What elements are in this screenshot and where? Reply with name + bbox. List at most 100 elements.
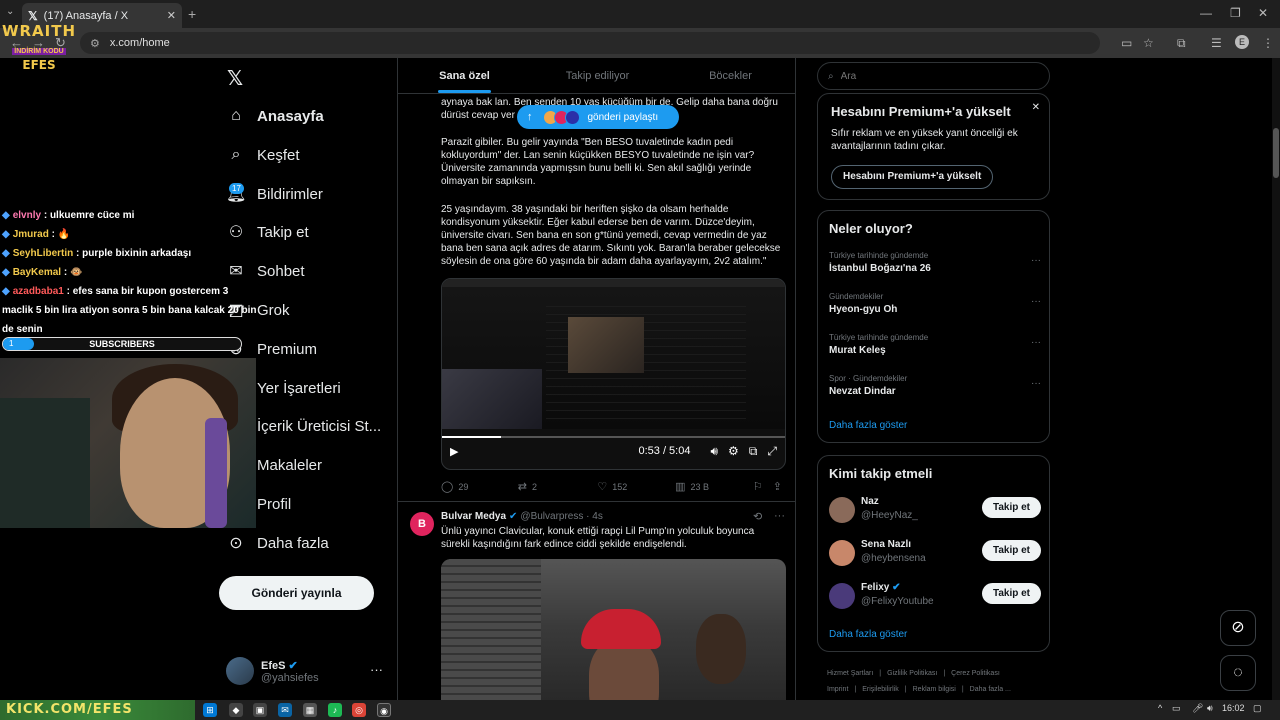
account-switcher[interactable]: EfeS ✔ @yahsiefes ··· — [226, 654, 383, 688]
messages-icon[interactable]: ◌ — [1220, 655, 1256, 691]
follow-button[interactable]: Takip et — [981, 497, 1041, 518]
tab-list-icon[interactable]: ⌄ — [6, 6, 14, 17]
nav-label: Sohbet — [257, 262, 305, 280]
repost-button[interactable]: ⇄ 2 — [518, 480, 598, 493]
tab-for-you[interactable]: Sana özel — [398, 58, 531, 93]
footer-link[interactable]: Reklam bilgisi — [913, 686, 956, 693]
more-dots-icon[interactable]: ··· — [1031, 296, 1041, 307]
footer-link[interactable]: Daha fazla ... — [970, 686, 1011, 693]
browser-menu-icon[interactable]: ⋮ — [1262, 36, 1274, 50]
footer-link[interactable]: Çerez Politikası — [951, 670, 1000, 677]
obs-icon[interactable]: ◉ — [377, 703, 391, 717]
trend-item[interactable]: Gündemdekiler Hyeon-gyu Oh ··· — [829, 292, 1041, 315]
network-icon[interactable]: ▭ — [1172, 703, 1181, 714]
trend-item[interactable]: Spor · Gündemdekiler Nevzat Dindar ··· — [829, 374, 1041, 397]
more-dots-icon[interactable]: ··· — [1031, 337, 1041, 348]
nav-explore[interactable]: ⌕ Keşfet — [226, 140, 300, 170]
post-media[interactable] — [441, 559, 786, 720]
footer-link[interactable]: Imprint — [827, 686, 848, 693]
chat-text: 🔥 — [57, 229, 71, 240]
nav-more[interactable]: ⊙ Daha fazla — [226, 528, 328, 558]
tab-following[interactable]: Takip ediliyor — [531, 58, 664, 93]
trend-item[interactable]: Türkiye tarihinde gündemde İstanbul Boğaz… — [829, 251, 1041, 274]
show-more-link[interactable]: Daha fazla göster — [829, 629, 907, 640]
grok-icon[interactable]: ⊘ — [1220, 610, 1256, 646]
speaker-icon[interactable]: 🔊︎ — [1207, 703, 1213, 714]
follow-button[interactable]: Takip et — [981, 583, 1041, 604]
more-dots-icon[interactable]: ··· — [370, 662, 383, 677]
close-icon[interactable]: ✕ — [1032, 102, 1040, 113]
share-button[interactable]: ⇪ — [773, 480, 787, 493]
page-scrollbar[interactable] — [1272, 58, 1280, 700]
search-box[interactable]: ⌕ — [817, 62, 1050, 90]
tray-chevron-icon[interactable]: ^ — [1158, 703, 1162, 713]
chat-message: ◆ SeyhLibertin : purple bixinin arkadaşı — [2, 244, 262, 263]
copilot-icon[interactable]: ◆ — [229, 703, 243, 717]
tab-title: (17) Anasayfa / X — [43, 9, 129, 22]
avatar[interactable]: B — [410, 512, 434, 536]
site-settings-icon[interactable]: ⚙ — [90, 37, 100, 50]
fullscreen-icon[interactable]: ⤢ — [767, 444, 777, 459]
nav-label: Yer İşaretleri — [257, 379, 341, 397]
video-player[interactable]: ▶ 0:53 / 5:04 🔊︎ ⚙ ⧉ ⤢ — [441, 278, 786, 470]
footer-link[interactable]: Erişilebilirlik — [862, 686, 899, 693]
chat-username: BayKemal — [12, 267, 62, 278]
follow-button[interactable]: Takip et — [981, 540, 1041, 561]
follow-suggestion[interactable]: Felixy ✔ @FelixyYoutube Takip et — [829, 580, 1041, 614]
volume-icon[interactable]: 🔊︎ — [710, 444, 718, 459]
notifications-icon[interactable]: ▢ — [1253, 703, 1262, 714]
pip-icon[interactable]: ⧉ — [749, 444, 758, 459]
new-tab-icon[interactable]: + — [188, 6, 196, 22]
trend-context: Türkiye tarihinde gündemde — [829, 333, 929, 342]
avatar[interactable] — [829, 583, 855, 609]
new-posts-pill[interactable]: ↑ gönderi paylaştı — [517, 105, 679, 129]
reading-list-icon[interactable]: ☰ — [1211, 36, 1222, 50]
footer-link[interactable]: Gizlilik Politikası — [887, 670, 937, 677]
scrollbar-thumb[interactable] — [1273, 128, 1279, 178]
cast-icon[interactable]: ▭ — [1121, 36, 1132, 50]
nav-home[interactable]: ⌂ Anasayfa — [226, 101, 324, 131]
close-window-icon[interactable]: ✕ — [1258, 6, 1268, 20]
windows-start-icon[interactable]: ⊞ — [203, 703, 217, 717]
grok-analyze-icon[interactable]: ⟲ — [753, 510, 762, 523]
more-dots-icon[interactable]: ··· — [1031, 255, 1041, 266]
post-author-name[interactable]: Bulvar Medya — [441, 511, 506, 522]
footer-link[interactable]: Hizmet Şartları — [827, 670, 873, 677]
restore-icon[interactable]: ❐ — [1230, 6, 1241, 20]
spotify-icon[interactable]: ♪ — [328, 703, 342, 717]
settings-icon[interactable]: ⚙ — [728, 444, 739, 458]
minimize-icon[interactable]: — — [1200, 6, 1212, 20]
avatar[interactable] — [829, 497, 855, 523]
views-button[interactable]: ▥ 23 B — [675, 480, 753, 493]
avatar[interactable] — [829, 540, 855, 566]
bookmark-button[interactable]: ⚐ — [753, 480, 773, 493]
explorer-icon[interactable]: ▣ — [253, 703, 267, 717]
premium-upgrade-button[interactable]: Hesabını Premium+'a yükselt — [831, 165, 994, 189]
url-field[interactable]: ⚙ x.com/home — [80, 32, 1100, 54]
post-author-handle[interactable]: @Bulvarpress · 4s — [520, 511, 602, 522]
extensions-icon[interactable]: ⧉ — [1177, 36, 1186, 51]
follow-suggestion[interactable]: Naz @HeeyNaz_ Takip et — [829, 494, 1041, 528]
post-button[interactable]: Gönderi yayınla — [219, 576, 374, 610]
browser-profile-avatar[interactable]: E — [1235, 35, 1249, 49]
bookmark-star-icon[interactable]: ☆ — [1143, 36, 1154, 50]
like-button[interactable]: ♡ 152 — [597, 480, 675, 493]
clock-time[interactable]: 16:02 — [1222, 703, 1245, 713]
more-dots-icon[interactable]: ··· — [774, 510, 785, 522]
trend-item[interactable]: Türkiye tarihinde gündemde Murat Keleş ··· — [829, 333, 1041, 356]
close-tab-icon[interactable]: ✕ — [167, 9, 176, 22]
tab-bocekler[interactable]: Böcekler — [664, 58, 795, 93]
folder-icon[interactable]: ▦ — [303, 703, 317, 717]
reply-button[interactable]: ◯ 29 — [441, 480, 518, 493]
chrome-icon[interactable]: ◎ — [352, 703, 366, 717]
more-dots-icon[interactable]: ··· — [1031, 378, 1041, 389]
search-input[interactable] — [840, 70, 1031, 82]
video-progress-bar[interactable] — [442, 436, 785, 438]
mic-icon[interactable]: 🎤︎ — [1192, 703, 1203, 714]
outlook-icon[interactable]: ✉ — [278, 703, 292, 717]
show-more-link[interactable]: Daha fazla göster — [829, 420, 907, 431]
follow-suggestion[interactable]: Sena Nazlı @heybensena Takip et — [829, 537, 1041, 571]
trend-context: Gündemdekiler — [829, 292, 884, 301]
x-home-logo[interactable]: 𝕏 — [227, 66, 243, 90]
play-icon[interactable]: ▶ — [450, 445, 458, 458]
